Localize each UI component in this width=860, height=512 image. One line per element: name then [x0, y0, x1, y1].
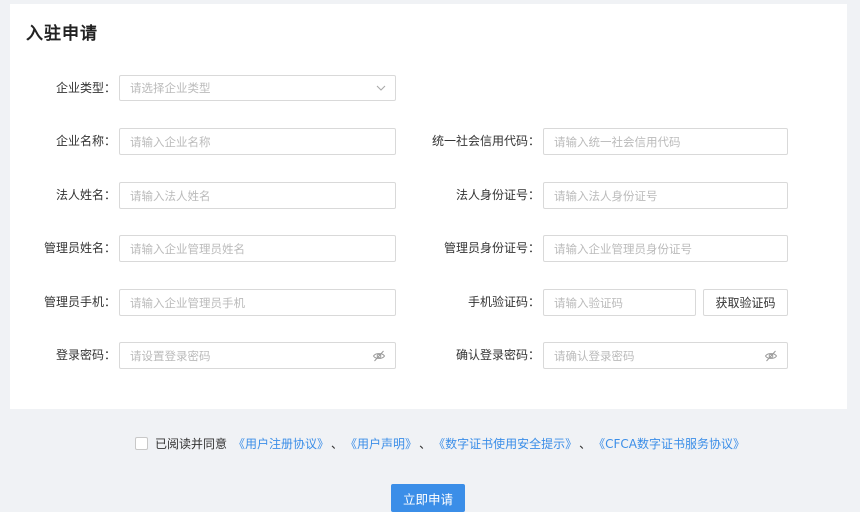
get-code-button[interactable]: 获取验证码 [703, 289, 788, 316]
company-name-label: 企业名称： [55, 134, 116, 148]
admin-phone-label: 管理员手机： [43, 295, 116, 309]
admin-id-label: 管理员身份证号： [443, 241, 540, 255]
admin-phone-field[interactable] [119, 289, 396, 316]
credit-code-input[interactable] [544, 129, 787, 154]
admin-id-field[interactable] [543, 235, 788, 262]
link-cfca-service-agreement[interactable]: 《CFCA数字证书服务协议》 [593, 435, 745, 452]
company-name-input[interactable] [120, 129, 395, 154]
separator: 、 [331, 436, 344, 451]
company-type-placeholder: 请选择企业类型 [130, 81, 211, 95]
agreement-checkbox[interactable] [135, 436, 148, 450]
admin-id-input[interactable] [544, 236, 787, 261]
confirm-password-label: 确认登录密码： [455, 348, 540, 362]
credit-code-field[interactable] [543, 128, 788, 155]
company-type-select[interactable]: 请选择企业类型 [119, 75, 396, 101]
legal-id-field[interactable] [543, 182, 788, 209]
page-title: 入驻申请 [26, 24, 98, 44]
admin-name-input[interactable] [120, 236, 395, 261]
link-user-registration-agreement[interactable]: 《用户注册协议》 [233, 435, 329, 452]
eye-off-icon[interactable] [764, 349, 778, 363]
sms-code-label: 手机验证码： [467, 295, 540, 309]
legal-id-label: 法人身份证号： [455, 188, 540, 202]
eye-off-icon[interactable] [372, 349, 386, 363]
admin-name-label: 管理员姓名： [43, 241, 116, 255]
credit-code-label: 统一社会信用代码： [431, 134, 540, 148]
password-input[interactable] [120, 343, 395, 368]
agreement-row: 已阅读并同意 《用户注册协议》 、 《用户声明》 、 《数字证书使用安全提示》 … [135, 434, 745, 452]
chevron-down-icon [376, 85, 386, 91]
separator: 、 [579, 436, 592, 451]
admin-name-field[interactable] [119, 235, 396, 262]
company-name-field[interactable] [119, 128, 396, 155]
sms-code-field[interactable] [543, 289, 696, 316]
sms-code-input[interactable] [544, 290, 695, 315]
confirm-password-field[interactable] [543, 342, 788, 369]
password-label: 登录密码： [55, 348, 116, 362]
agreement-prefix: 已阅读并同意 [155, 436, 228, 451]
link-certificate-safety-tips[interactable]: 《数字证书使用安全提示》 [433, 435, 577, 452]
submit-application-button[interactable]: 立即申请 [391, 484, 465, 512]
admin-phone-input[interactable] [120, 290, 395, 315]
legal-id-input[interactable] [544, 183, 787, 208]
password-field[interactable] [119, 342, 396, 369]
legal-name-label: 法人姓名： [55, 188, 116, 202]
separator: 、 [419, 436, 432, 451]
link-user-statement[interactable]: 《用户声明》 [345, 435, 417, 452]
confirm-password-input[interactable] [544, 343, 787, 368]
legal-name-input[interactable] [120, 183, 395, 208]
legal-name-field[interactable] [119, 182, 396, 209]
company-type-label: 企业类型： [55, 81, 116, 95]
